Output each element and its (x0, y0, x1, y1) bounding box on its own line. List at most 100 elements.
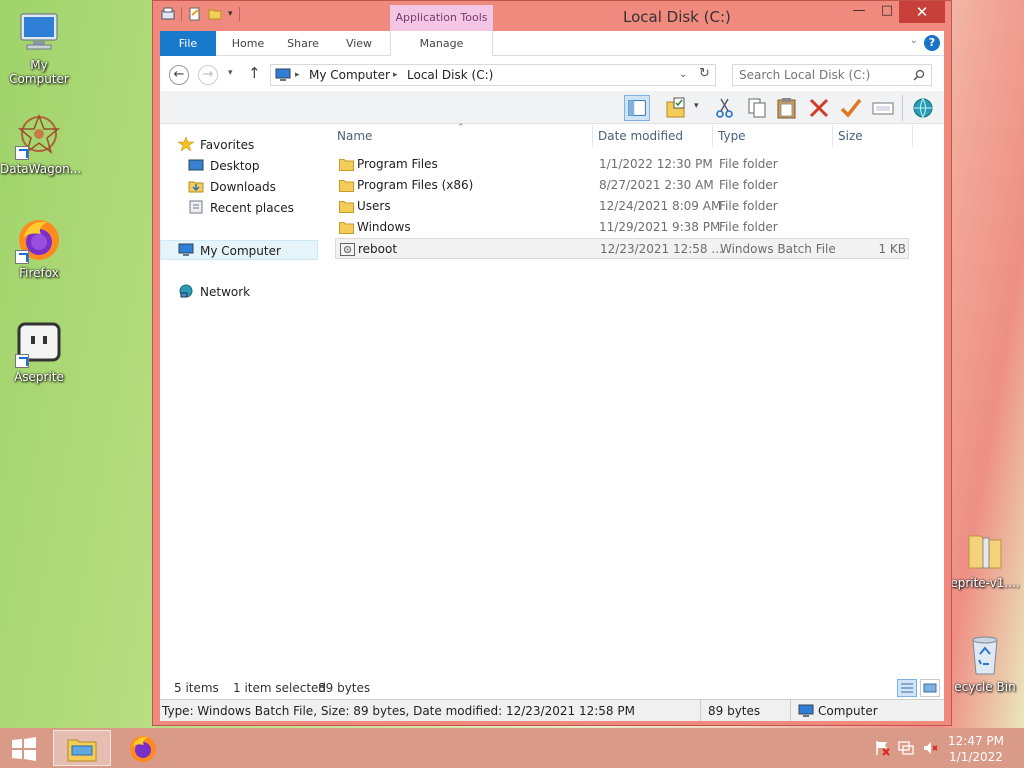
tab-view[interactable]: View (336, 31, 382, 56)
paste-icon[interactable] (774, 95, 800, 121)
new-folder-icon[interactable] (208, 7, 222, 21)
chevron-right-icon: ▸ (393, 70, 398, 80)
recent-places-icon (189, 200, 203, 214)
file-row[interactable]: Users 12/24/2021 8:09 AM File folder (335, 196, 909, 217)
new-item-icon[interactable] (188, 7, 202, 21)
status-bar: 5 items 1 item selected 89 bytes (160, 679, 944, 699)
file-row[interactable]: Program Files (x86) 8/27/2021 2:30 AM Fi… (335, 175, 909, 196)
folder-icon (339, 201, 354, 213)
desktop-icon-my-computer[interactable]: My Computer (0, 8, 78, 86)
aseprite-icon (15, 320, 63, 368)
desktop-icon-aseprite[interactable]: Aseprite (0, 320, 78, 384)
nav-recent-places[interactable]: Recent places (188, 198, 294, 218)
file-name: Windows (357, 220, 411, 234)
title-bar[interactable]: ▾ Application Tools Local Disk (C:) — □ … (153, 1, 951, 31)
up-button[interactable]: ↑ (248, 64, 261, 82)
desktop-icon-label: Aseprite (14, 370, 64, 384)
breadcrumb-local-disk[interactable]: Local Disk (C:) (407, 68, 493, 82)
taskbar-firefox[interactable] (116, 730, 172, 766)
separator (700, 700, 701, 721)
window-client: File Home Share View Manage ⌄ ? ← → ▾ ↑ … (160, 31, 944, 721)
windows-start-icon[interactable] (10, 737, 38, 761)
customize-qat-icon[interactable]: ▾ (228, 9, 233, 19)
file-list: Name ⌃ Date modified Type Size Program Fi… (333, 123, 913, 679)
details-view-button[interactable] (897, 679, 917, 697)
nav-desktop[interactable]: Desktop (188, 156, 260, 176)
downloads-icon (188, 181, 204, 193)
column-header-type[interactable]: Type (714, 125, 833, 147)
computer-icon (15, 8, 63, 56)
minimize-button[interactable]: — (845, 3, 873, 23)
shortcut-arrow-icon (15, 250, 29, 264)
select-dropdown-icon[interactable]: ▾ (694, 101, 699, 111)
file-row-selected[interactable]: reboot 12/23/2021 12:58 ... Windows Batc… (335, 238, 909, 259)
file-date: 12/23/2021 12:58 ... (600, 242, 723, 256)
file-row[interactable]: Windows 11/29/2021 9:38 PM File folder (335, 217, 909, 238)
file-date: 11/29/2021 9:38 PM (599, 220, 721, 234)
nav-label: Favorites (200, 138, 255, 152)
chevron-down-icon[interactable]: ⌄ (679, 69, 687, 80)
column-header-name[interactable]: Name ⌃ (333, 123, 593, 147)
delete-icon[interactable] (806, 95, 832, 121)
nav-my-computer[interactable]: My Computer (160, 240, 318, 260)
cut-icon[interactable] (712, 95, 738, 121)
separator (181, 7, 182, 21)
desktop-icon-firefox[interactable]: Firefox (0, 216, 78, 280)
command-toolbar: ▾ (160, 91, 944, 124)
file-date: 12/24/2021 8:09 AM (599, 199, 722, 213)
computer-icon (798, 704, 814, 717)
nav-network[interactable]: Network (178, 282, 250, 302)
nav-downloads[interactable]: Downloads (188, 177, 276, 197)
breadcrumb-my-computer[interactable]: My Computer (309, 68, 390, 82)
refresh-icon[interactable]: ↻ (699, 66, 710, 81)
close-button[interactable]: ✕ (899, 1, 945, 23)
network-icon (179, 284, 193, 298)
help-icon[interactable]: ? (924, 35, 940, 51)
volume-muted-icon[interactable] (922, 740, 938, 756)
separator (790, 700, 791, 721)
file-type: File folder (719, 157, 778, 171)
tab-file[interactable]: File (160, 31, 216, 56)
rename-icon[interactable] (838, 95, 864, 121)
search-box[interactable] (732, 64, 932, 86)
taskbar: 12:47 PM 1/1/2022 (0, 728, 1024, 768)
search-input[interactable] (733, 65, 903, 85)
action-center-flag-icon[interactable] (874, 740, 890, 756)
large-icons-view-button[interactable] (920, 679, 940, 697)
desktop-icon-aseprite-zip[interactable]: eprite-v1.... (946, 526, 1024, 590)
file-type: File folder (719, 199, 778, 213)
file-row[interactable]: Program Files 1/1/2022 12:30 PM File fol… (335, 154, 909, 175)
properties-icon[interactable] (870, 95, 896, 121)
back-button[interactable]: ← (169, 65, 189, 85)
properties-icon[interactable] (161, 7, 175, 21)
search-icon[interactable] (913, 69, 925, 81)
desktop-icon-datawagon[interactable]: DataWagon... (0, 112, 81, 176)
forward-button[interactable]: → (198, 65, 218, 85)
details-size: 89 bytes (708, 704, 761, 718)
preview-pane-icon[interactable] (624, 95, 650, 121)
nav-favorites[interactable]: Favorites (178, 135, 254, 155)
column-header-date[interactable]: Date modified (594, 125, 713, 147)
expand-ribbon-icon[interactable]: ⌄ (910, 35, 918, 46)
recent-locations-icon[interactable]: ▾ (228, 68, 233, 78)
file-name: reboot (358, 242, 398, 256)
network-globe-icon[interactable] (910, 95, 936, 121)
navigation-pane: Favorites Desktop Downloads Recent place… (160, 125, 320, 679)
firefox-icon (130, 736, 156, 762)
file-size: 1 KB (878, 242, 906, 256)
clock[interactable]: 12:47 PM 1/1/2022 (948, 733, 1004, 765)
desktop-icon-label: Firefox (19, 266, 59, 280)
maximize-button[interactable]: □ (873, 3, 901, 23)
select-icon[interactable] (664, 95, 690, 121)
tab-manage[interactable]: Manage (390, 31, 493, 56)
nav-label: Recent places (210, 201, 294, 215)
column-header-size[interactable]: Size (834, 125, 913, 147)
desktop-icon-recycle-bin[interactable]: ecycle Bin (946, 630, 1024, 694)
tab-home[interactable]: Home (222, 31, 274, 56)
tab-share[interactable]: Share (280, 31, 326, 56)
network-status-icon[interactable] (898, 740, 914, 756)
taskbar-file-explorer[interactable] (53, 730, 111, 766)
copy-icon[interactable] (744, 95, 770, 121)
address-bar[interactable]: ▸ My Computer ▸ Local Disk (C:) ⌄ ↻ (270, 64, 716, 86)
details-location: Computer (818, 704, 878, 718)
